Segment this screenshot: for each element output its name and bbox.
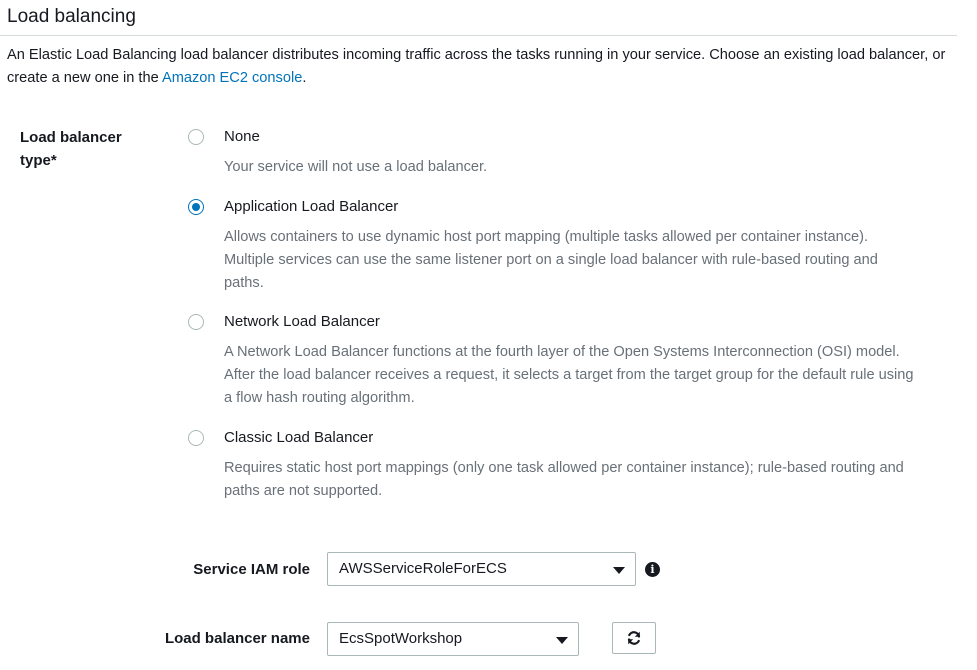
ec2-console-link[interactable]: Amazon EC2 console <box>162 70 302 86</box>
option-description: Your service will not use a load balance… <box>224 159 488 175</box>
option-label[interactable]: Application Load Balancer <box>224 198 398 215</box>
service-iam-role-label: Service IAM role <box>193 561 310 578</box>
radio-button[interactable] <box>188 129 204 145</box>
option-label[interactable]: Classic Load Balancer <box>224 429 373 446</box>
option-description: Allows containers to use dynamic host po… <box>224 229 878 291</box>
chevron-down-icon <box>613 567 625 574</box>
refresh-icon <box>627 631 641 645</box>
lb-type-label: Load balancer type* <box>20 129 122 169</box>
option-label[interactable]: Network Load Balancer <box>224 313 380 330</box>
intro-text: An Elastic Load Balancing load balancer … <box>7 44 952 90</box>
load-balancer-name-select[interactable]: EcsSpotWorkshop <box>327 622 579 656</box>
radio-button[interactable] <box>188 199 204 215</box>
load-balancer-name-label: Load balancer name <box>164 630 310 647</box>
option-label[interactable]: None <box>224 128 260 145</box>
option-description: A Network Load Balancer functions at the… <box>224 344 914 406</box>
select-value: EcsSpotWorkshop <box>339 630 463 647</box>
info-icon[interactable]: i <box>645 562 660 577</box>
section-title: Load balancing <box>7 6 136 27</box>
select-value: AWSServiceRoleForECS <box>339 560 507 577</box>
chevron-down-icon <box>556 637 568 644</box>
service-iam-role-select[interactable]: AWSServiceRoleForECS <box>327 552 636 586</box>
radio-button[interactable] <box>188 314 204 330</box>
intro-end: . <box>302 70 307 86</box>
refresh-button[interactable] <box>612 622 656 654</box>
section-divider <box>0 35 957 36</box>
radio-button[interactable] <box>188 430 204 446</box>
option-description: Requires static host port mappings (only… <box>224 460 904 499</box>
intro-body: An Elastic Load Balancing load balancer … <box>7 47 946 86</box>
